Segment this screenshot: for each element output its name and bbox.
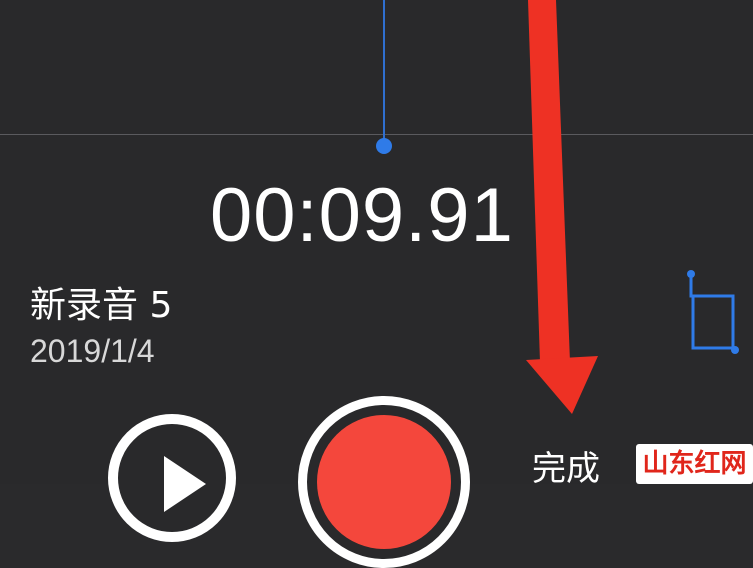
record-button[interactable] [298, 396, 470, 568]
recording-title[interactable]: 新录音 5 [30, 276, 172, 328]
elapsed-time: 00:09.91 [210, 173, 514, 258]
recording-date: 2019/1/4 [30, 333, 155, 369]
waveform-baseline [0, 134, 753, 135]
play-button[interactable] [108, 414, 236, 542]
crop-icon[interactable] [683, 266, 743, 356]
playhead-handle[interactable] [376, 138, 392, 154]
done-button[interactable]: 完成 [532, 452, 600, 486]
play-icon [164, 456, 206, 512]
watermark-logo: 山东红网 [636, 444, 753, 484]
voice-memo-editor: 00:09.91 新录音 5 2019/1/4 完成 山东红网 [0, 0, 753, 568]
record-icon [317, 415, 451, 549]
playhead-line[interactable] [383, 0, 385, 146]
